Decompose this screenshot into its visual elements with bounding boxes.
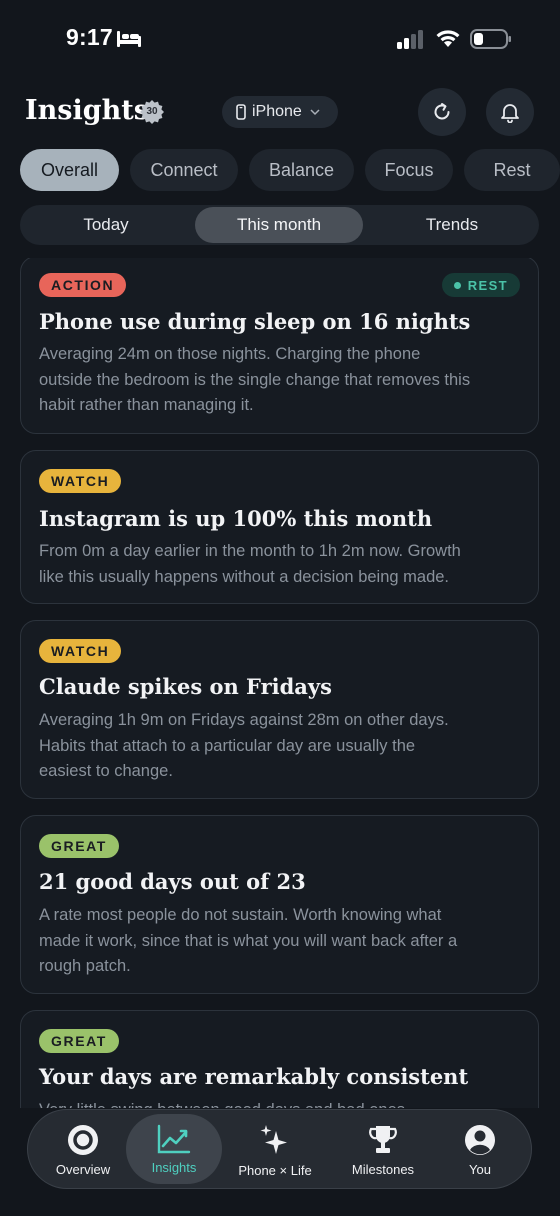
category-tag-label: REST <box>467 277 508 293</box>
nav-label: Phone × Life <box>238 1162 312 1178</box>
priority-badge: WATCH <box>39 469 122 493</box>
tab-balance[interactable]: Balance <box>249 149 354 191</box>
notifications-button[interactable] <box>486 88 534 136</box>
bell-icon <box>501 104 519 123</box>
priority-badge: GREAT <box>39 1029 119 1053</box>
priority-badge: ACTION <box>39 273 127 297</box>
priority-badge: WATCH <box>39 639 122 663</box>
device-select[interactable]: iPhone <box>222 96 338 128</box>
category-tag: REST <box>441 273 520 297</box>
tab-rest[interactable]: Rest <box>464 149 560 191</box>
insight-body-line: rough patch. <box>39 957 131 975</box>
insight-body: A rate most people do not sustain. Worth… <box>39 903 522 980</box>
period-this-month[interactable]: This month <box>195 207 363 243</box>
battery-icon <box>470 29 511 49</box>
nav-label: You <box>469 1161 491 1177</box>
refresh-icon <box>434 103 450 120</box>
period-trends[interactable]: Trends <box>368 207 536 243</box>
tab-focus[interactable]: Focus <box>365 149 453 191</box>
nav-phone-x-life[interactable]: Phone × Life <box>228 1110 322 1190</box>
person-icon <box>465 1124 495 1155</box>
category-tabs: Overall Connect Balance Focus Rest <box>20 149 560 191</box>
page-title: Insights <box>25 95 149 126</box>
insight-body-line: Very little swing between good days and … <box>39 1098 522 1108</box>
status-bar: 9:17 <box>0 0 560 80</box>
nav-label: Insights <box>151 1159 197 1175</box>
insight-card[interactable]: WATCH Claude spikes on Fridays Averaging… <box>20 620 539 799</box>
insight-title: 21 good days out of 23 <box>39 869 306 894</box>
nav-label: Milestones <box>351 1161 415 1177</box>
insight-title: Phone use during sleep on 16 nights <box>39 309 471 334</box>
trophy-icon <box>369 1125 397 1153</box>
insight-card[interactable]: GREAT 21 good days out of 23 A rate most… <box>20 815 539 994</box>
device-select-label: iPhone <box>252 103 302 120</box>
insight-body: Averaging 1h 9m on Fridays against 28m o… <box>39 708 522 785</box>
phone-icon <box>236 104 246 120</box>
level-badge[interactable]: 30 <box>139 99 165 125</box>
nav-milestones[interactable]: Milestones <box>336 1110 430 1190</box>
insight-title: Claude spikes on Fridays <box>39 674 332 699</box>
tab-connect[interactable]: Connect <box>130 149 238 191</box>
level-badge-value: 30 <box>146 106 158 117</box>
nav-you[interactable]: You <box>433 1110 527 1190</box>
nav-insights[interactable]: Insights <box>126 1114 222 1184</box>
wifi-icon <box>436 30 460 47</box>
period-today[interactable]: Today <box>22 207 190 243</box>
refresh-button[interactable] <box>418 88 466 136</box>
chevron-down-icon <box>310 109 320 116</box>
insight-body: From 0m a day earlier in the month to 1h… <box>39 539 522 590</box>
tag-dot-icon <box>453 281 461 289</box>
bottom-nav: Overview Insights Phone × Life Milestone… <box>27 1109 532 1189</box>
insights-list: ACTION REST Phone use during sleep on 16… <box>0 258 560 1108</box>
insight-card[interactable]: WATCH Instagram is up 100% this month Fr… <box>20 450 539 604</box>
tab-overall[interactable]: Overall <box>20 149 119 191</box>
priority-badge: GREAT <box>39 834 119 858</box>
period-segmented-control: Today This month Trends <box>20 205 539 245</box>
insight-body: Averaging 24m on those nights. Charging … <box>39 342 522 419</box>
nav-overview[interactable]: Overview <box>36 1110 130 1190</box>
insight-body-line: Habits that attach to a particular day a… <box>39 736 416 755</box>
insight-body-line: Averaging 24m on those nights. Charging … <box>39 345 421 363</box>
insight-card[interactable]: ACTION REST Phone use during sleep on 16… <box>20 258 539 434</box>
insight-body-line: made it work, since that is what you wil… <box>39 931 458 950</box>
nav-label: Overview <box>55 1161 111 1177</box>
cellular-signal-icon <box>397 30 423 49</box>
bed-icon <box>117 31 141 47</box>
insight-body-line: habit rather than managing it. <box>39 396 254 414</box>
chart-trend-icon <box>157 1124 191 1153</box>
sparkles-icon <box>260 1124 287 1154</box>
insight-title: Instagram is up 100% this month <box>39 506 433 531</box>
insight-title: Your days are remarkably consistent <box>39 1064 469 1089</box>
insight-body-line: A rate most people do not sustain. Worth… <box>39 906 442 924</box>
insight-body-line: outside the bedroom is the single change… <box>39 370 471 389</box>
target-circle-icon <box>68 1124 98 1155</box>
insight-card[interactable]: GREAT Your days are remarkably consisten… <box>20 1010 539 1108</box>
insight-body-line: From 0m a day earlier in the month to 1h… <box>39 542 461 560</box>
insight-body: Very little swing between good days and … <box>39 1098 522 1108</box>
insight-body-line: easiest to change. <box>39 762 173 780</box>
insight-body-line: Averaging 1h 9m on Fridays against 28m o… <box>39 711 449 729</box>
status-time: 9:17 <box>66 24 113 50</box>
insight-body-line: like this usually happens without a deci… <box>39 567 450 586</box>
